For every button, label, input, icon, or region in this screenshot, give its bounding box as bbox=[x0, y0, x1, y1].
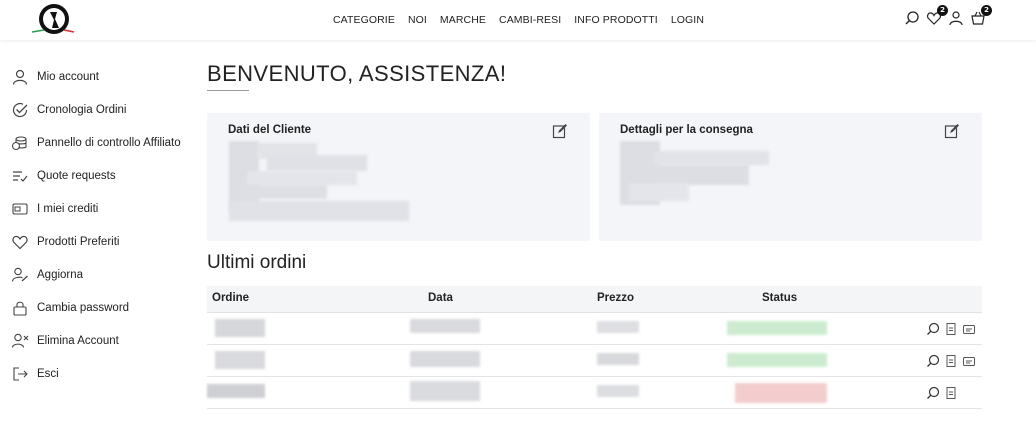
sidebar-item-label: Mio account bbox=[37, 70, 100, 83]
redacted-order-price bbox=[597, 321, 639, 333]
list-check-icon bbox=[10, 166, 30, 186]
sidebar-item-affiliato[interactable]: Pannello di controllo Affiliato bbox=[10, 126, 195, 159]
nav-login[interactable]: LOGIN bbox=[671, 14, 704, 26]
delivery-card-title: Dettagli per la consegna bbox=[620, 124, 753, 136]
edit-icon[interactable] bbox=[944, 123, 960, 139]
return-package-icon[interactable] bbox=[962, 322, 976, 336]
account-sidebar: Mio account Cronologia Ordini Pannello d… bbox=[10, 60, 195, 390]
sidebar-item-preferiti[interactable]: Prodotti Preferiti bbox=[10, 225, 195, 258]
sidebar-item-label: Esci bbox=[37, 367, 59, 380]
sidebar-item-esci[interactable]: Esci bbox=[10, 357, 195, 390]
sidebar-item-elimina-account[interactable]: Elimina Account bbox=[10, 324, 195, 357]
lock-icon bbox=[10, 298, 30, 318]
recent-orders-title: Ultimi ordini bbox=[207, 252, 307, 273]
table-row bbox=[207, 313, 982, 345]
sidebar-item-label: Cambia password bbox=[37, 301, 130, 314]
nav-cambi-resi[interactable]: CAMBI-RESI bbox=[499, 14, 561, 26]
delivery-details-card: Dettagli per la consegna bbox=[599, 113, 982, 241]
row-actions bbox=[926, 386, 958, 400]
sidebar-item-label: Quote requests bbox=[37, 169, 116, 182]
redacted-order-number[interactable] bbox=[215, 319, 265, 337]
view-order-search-icon[interactable] bbox=[926, 386, 940, 400]
heart-icon bbox=[10, 232, 30, 252]
site-header: CATEGORIE NOI MARCHE CAMBI-RESI INFO PRO… bbox=[0, 0, 1036, 40]
header-actions: 2 2 bbox=[904, 5, 992, 26]
title-underline bbox=[207, 90, 249, 91]
redacted-order-date bbox=[410, 319, 480, 333]
status-badge bbox=[727, 353, 827, 367]
redacted-order-date bbox=[410, 351, 480, 367]
nav-categorie[interactable]: CATEGORIE bbox=[333, 14, 395, 26]
sidebar-item-mio-account[interactable]: Mio account bbox=[10, 60, 195, 93]
redacted-order-date bbox=[410, 381, 480, 401]
redacted-order-number[interactable] bbox=[215, 351, 265, 369]
table-row bbox=[207, 345, 982, 377]
column-header-ordine: Ordine bbox=[212, 292, 250, 304]
sidebar-item-crediti[interactable]: I miei crediti bbox=[10, 192, 195, 225]
invoice-document-icon[interactable] bbox=[944, 322, 958, 336]
customer-card-title: Dati del Cliente bbox=[228, 124, 312, 136]
view-order-search-icon[interactable] bbox=[926, 354, 940, 368]
check-circle-icon bbox=[10, 100, 30, 120]
account-icon[interactable] bbox=[948, 10, 964, 26]
invoice-document-icon[interactable] bbox=[944, 354, 958, 368]
sidebar-item-label: Elimina Account bbox=[37, 334, 119, 347]
column-header-data: Data bbox=[428, 292, 453, 304]
user-remove-icon bbox=[10, 331, 30, 351]
edit-icon[interactable] bbox=[552, 123, 568, 139]
status-badge bbox=[727, 321, 827, 335]
redacted-order-price bbox=[597, 385, 639, 397]
customer-data-card: Dati del Cliente bbox=[207, 113, 590, 241]
wishlist-count-badge: 2 bbox=[937, 5, 948, 16]
orders-table-header: Ordine Data Prezzo Status bbox=[207, 286, 982, 313]
logout-icon bbox=[10, 364, 30, 384]
sidebar-item-label: I miei crediti bbox=[37, 202, 99, 215]
view-order-search-icon[interactable] bbox=[926, 322, 940, 336]
sidebar-item-label: Cronologia Ordini bbox=[37, 103, 127, 116]
sidebar-item-quote-requests[interactable]: Quote requests bbox=[10, 159, 195, 192]
redacted-order-price bbox=[597, 353, 639, 365]
sidebar-item-cronologia-ordini[interactable]: Cronologia Ordini bbox=[10, 93, 195, 126]
coins-icon bbox=[10, 133, 30, 153]
cart-icon[interactable]: 2 bbox=[970, 5, 992, 26]
column-header-prezzo: Prezzo bbox=[597, 292, 635, 304]
nav-info-prodotti[interactable]: INFO PRODOTTI bbox=[574, 14, 658, 26]
column-header-status: Status bbox=[762, 292, 798, 304]
sidebar-item-label: Prodotti Preferiti bbox=[37, 235, 120, 248]
search-icon[interactable] bbox=[904, 10, 920, 26]
invoice-document-icon[interactable] bbox=[944, 386, 958, 400]
cart-count-badge: 2 bbox=[981, 5, 992, 16]
row-actions bbox=[926, 322, 976, 336]
return-package-icon[interactable] bbox=[962, 354, 976, 368]
wishlist-heart-icon[interactable]: 2 bbox=[926, 5, 948, 26]
user-icon bbox=[10, 67, 30, 87]
user-edit-icon bbox=[10, 265, 30, 285]
nav-noi[interactable]: NOI bbox=[408, 14, 427, 26]
sidebar-item-cambia-password[interactable]: Cambia password bbox=[10, 291, 195, 324]
page-title: BENVENUTO, ASSISTENZA! bbox=[207, 61, 507, 86]
redacted-order-number[interactable] bbox=[207, 384, 265, 398]
wallet-icon bbox=[10, 199, 30, 219]
table-row bbox=[207, 377, 982, 409]
status-badge bbox=[735, 383, 827, 403]
nav-marche[interactable]: MARCHE bbox=[440, 14, 486, 26]
main-nav: CATEGORIE NOI MARCHE CAMBI-RESI INFO PRO… bbox=[0, 0, 1036, 40]
sidebar-item-label: Pannello di controllo Affiliato bbox=[37, 136, 181, 149]
sidebar-item-aggiorna[interactable]: Aggiorna bbox=[10, 258, 195, 291]
row-actions bbox=[926, 354, 976, 368]
sidebar-item-label: Aggiorna bbox=[37, 268, 84, 281]
